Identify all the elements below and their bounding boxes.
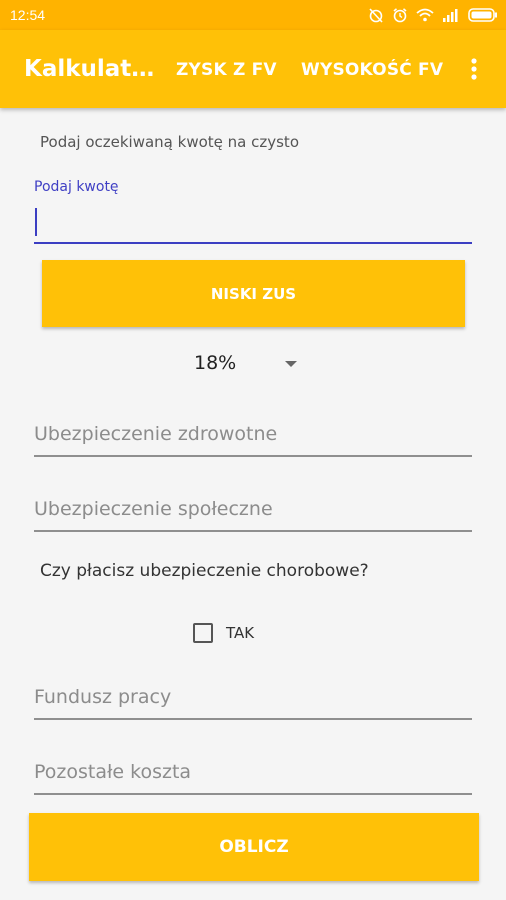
app-title: Kalkulat… (24, 56, 155, 82)
sickness-insurance-checkbox-row[interactable]: TAK (193, 621, 254, 645)
other-costs-placeholder: Pozostałe koszta (34, 761, 192, 783)
tab-wysokosc-fv[interactable]: WYSOKOŚĆ FV (301, 60, 443, 80)
more-options-icon[interactable] (462, 57, 486, 81)
alarm-off-icon (369, 8, 383, 23)
battery-icon (468, 8, 497, 22)
alarm-icon (393, 8, 407, 23)
status-time: 12:54 (10, 7, 46, 23)
app-bar: Kalkulat… ZYSK Z FV WYSOKOŚĆ FV (0, 30, 506, 108)
text-cursor (35, 208, 37, 236)
health-insurance-field[interactable]: Ubezpieczenie zdrowotne (34, 415, 472, 457)
calculate-button[interactable]: OBLICZ (29, 813, 479, 881)
tax-rate-dropdown[interactable]: 18% (190, 350, 310, 378)
tax-rate-value: 18% (194, 352, 237, 374)
wifi-icon (416, 8, 434, 22)
signal-icon (443, 9, 458, 22)
sickness-insurance-checkbox[interactable] (193, 623, 213, 643)
tab-zysk-z-fv[interactable]: ZYSK Z FV (176, 60, 277, 80)
labor-fund-field[interactable]: Fundusz pracy (34, 678, 472, 720)
amount-field-label: Podaj kwotę (34, 179, 119, 195)
status-icons (368, 5, 498, 25)
amount-hint: Podaj oczekiwaną kwotę na czysto (40, 133, 299, 151)
niski-zus-button[interactable]: NISKI ZUS (42, 260, 465, 327)
health-insurance-placeholder: Ubezpieczenie zdrowotne (34, 423, 278, 445)
social-insurance-field[interactable]: Ubezpieczenie społeczne (34, 490, 472, 532)
sickness-insurance-question: Czy płacisz ubezpieczenie chorobowe? (40, 561, 369, 581)
status-bar: 12:54 (0, 0, 506, 30)
sickness-insurance-checkbox-label[interactable]: TAK (226, 624, 254, 642)
amount-input[interactable] (34, 202, 472, 244)
social-insurance-placeholder: Ubezpieczenie społeczne (34, 498, 273, 520)
other-costs-field[interactable]: Pozostałe koszta (34, 753, 472, 795)
dropdown-arrow-icon (285, 361, 297, 367)
labor-fund-placeholder: Fundusz pracy (34, 686, 172, 708)
